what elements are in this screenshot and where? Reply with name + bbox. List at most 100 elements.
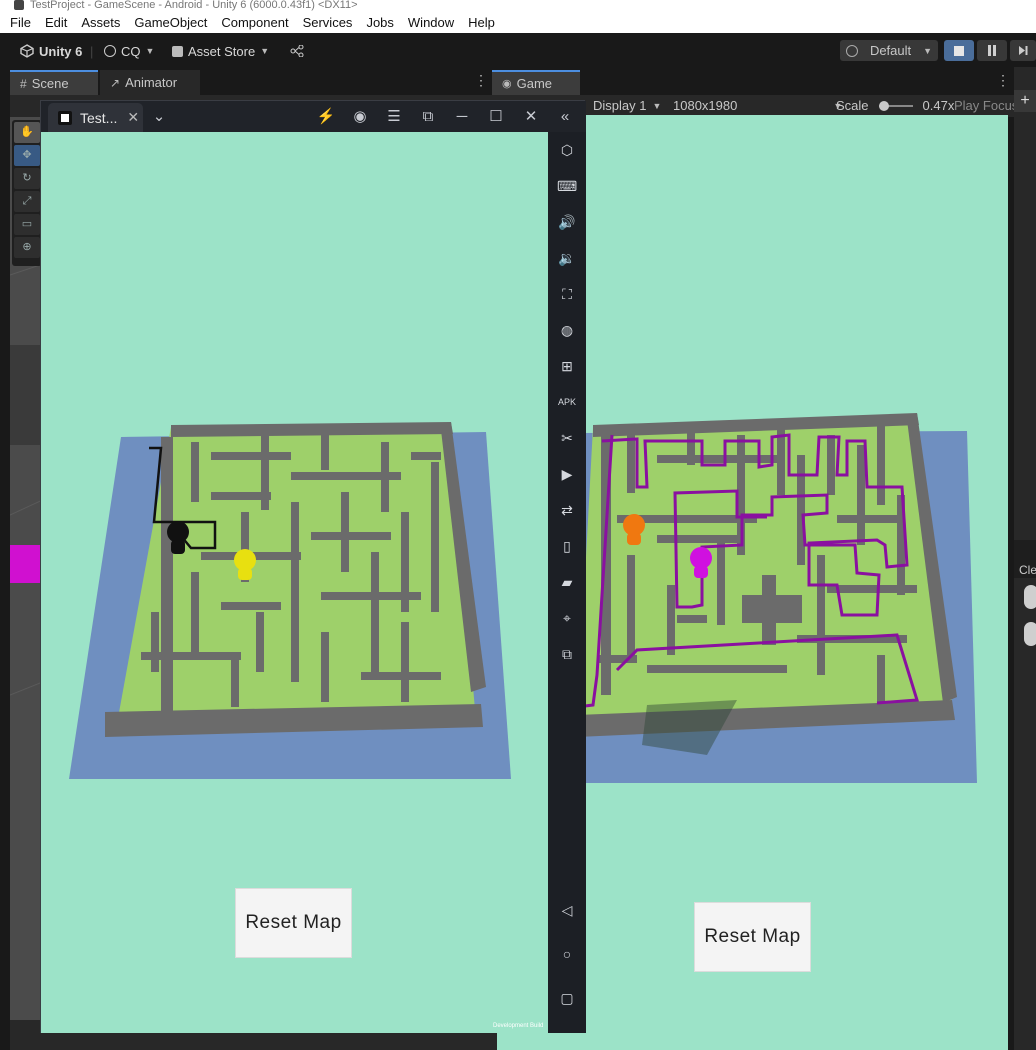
unity-logo-icon — [14, 0, 24, 10]
window-title: TestProject - GameScene - Android - Unit… — [30, 0, 358, 11]
volume-up-icon[interactable]: 🔊 — [557, 212, 577, 232]
game-panel-more-icon[interactable]: ⋮ — [996, 73, 1010, 87]
shake-icon[interactable]: ◍ — [557, 320, 577, 340]
asset-store-dropdown[interactable]: Asset Store ▼ — [172, 42, 269, 60]
apk-icon[interactable]: APK — [557, 392, 577, 412]
menu-bar: File Edit Assets GameObject Component Se… — [0, 12, 1036, 33]
toggle-a-icon[interactable] — [1024, 585, 1036, 609]
tab-animator-label: Animator — [125, 75, 178, 90]
menu-window[interactable]: Window — [408, 15, 454, 30]
transform-tools-panel: ✋ ✥ ↻ ⤢ ▭ ⊕ — [12, 120, 42, 266]
scene-grid-icon: # — [20, 76, 27, 91]
scale-tool-icon[interactable]: ⤢ — [14, 191, 40, 212]
layers-icon — [846, 44, 858, 57]
unity-cube-icon — [20, 44, 34, 58]
console-clear-label[interactable]: Cle — [1014, 540, 1036, 578]
volume-down-icon[interactable]: 🔉 — [557, 248, 577, 268]
move-tool-icon[interactable]: ✥ — [14, 145, 40, 166]
menu-help[interactable]: Help — [468, 15, 495, 30]
account-icon[interactable]: ◉ — [350, 107, 370, 127]
screenshot-icon[interactable]: ⛶ — [557, 284, 577, 304]
shopping-bag-icon — [172, 45, 183, 57]
folder-icon[interactable]: ▰ — [557, 572, 577, 592]
record-icon[interactable]: ▶ — [557, 464, 577, 484]
back-icon[interactable]: ◁ — [557, 900, 577, 920]
step-icon — [1019, 46, 1028, 55]
emulator-app-tab[interactable]: Test... ✕ — [48, 103, 143, 132]
boost-icon[interactable]: ⚡ — [316, 107, 336, 127]
scene-object-magenta — [10, 545, 44, 583]
pause-icon — [988, 45, 991, 56]
minimize-icon[interactable]: ─ — [452, 107, 472, 127]
account-dropdown[interactable]: CQ ▼ — [104, 42, 154, 60]
add-icon[interactable]: + — [1014, 90, 1036, 112]
location-icon[interactable]: ⌖ — [557, 608, 577, 628]
menu-services[interactable]: Services — [303, 15, 353, 30]
animator-icon: ↗ — [110, 75, 121, 90]
close-icon[interactable]: ✕ — [521, 107, 541, 127]
rotate-icon[interactable]: ▯ — [557, 536, 577, 556]
scene-panel-more-icon[interactable]: ⋮ — [474, 73, 488, 87]
scale-slider[interactable] — [878, 100, 913, 111]
window-title-bar: TestProject - GameScene - Android - Unit… — [0, 0, 1036, 12]
stop-play-button[interactable] — [944, 40, 974, 61]
step-button[interactable] — [1010, 40, 1036, 61]
popout-icon[interactable]: ⧉ — [418, 107, 438, 127]
menu-jobs[interactable]: Jobs — [366, 15, 393, 30]
multi-window-icon[interactable]: ⊞ — [557, 356, 577, 376]
layout-label: Default — [869, 43, 912, 58]
tab-animator[interactable]: ↗ Animator — [100, 70, 200, 95]
hexagon-icon[interactable]: ⬡ — [557, 140, 577, 160]
reset-map-button-right[interactable]: Reset Map — [694, 902, 811, 972]
reset-map-button-left[interactable]: Reset Map — [235, 888, 352, 958]
toggle-b-icon[interactable] — [1024, 622, 1036, 646]
tab-game-label: Game — [516, 76, 553, 91]
scissors-icon[interactable]: ✂ — [557, 428, 577, 448]
unity-account-menu[interactable]: Unity 6 — [20, 42, 82, 60]
transform-tool-icon[interactable]: ⊕ — [14, 237, 40, 258]
close-tab-icon[interactable]: ✕ — [127, 109, 139, 126]
scale-control[interactable]: Scale 0.47x — [836, 98, 954, 113]
stop-icon — [954, 45, 964, 56]
menu-edit[interactable]: Edit — [45, 15, 67, 30]
chevron-down-icon[interactable]: ⌄ — [149, 107, 169, 127]
emulator-screen[interactable]: Reset Map Development Build — [41, 132, 548, 1033]
rotate-tool-icon[interactable]: ↻ — [14, 168, 40, 189]
rect-tool-icon[interactable]: ▭ — [14, 214, 40, 235]
menu-assets[interactable]: Assets — [81, 15, 120, 30]
sync-icon[interactable]: ⇄ — [557, 500, 577, 520]
display-label: Display 1 — [593, 98, 647, 113]
chevron-down-icon: ▼ — [260, 46, 270, 56]
account-icon — [104, 45, 116, 57]
home-icon[interactable]: ○ — [557, 944, 577, 964]
multi-instance-icon[interactable]: ⧉ — [557, 644, 577, 664]
editor-tab-strip: # Scene ↗ Animator ⋮ ◉ Game ⋮ — [10, 67, 1036, 95]
gamepad-icon: ◉ — [502, 78, 512, 90]
collapse-sidebar-icon[interactable]: « — [555, 107, 575, 127]
tab-scene[interactable]: # Scene — [10, 70, 98, 95]
menu-gameobject[interactable]: GameObject — [134, 15, 207, 30]
menu-icon[interactable]: ☰ — [384, 107, 404, 127]
app-icon — [58, 110, 72, 125]
emulator-title-bar: Test... ✕ ⌄ ⚡ ◉ ☰ ⧉ ─ ☐ ✕ « — [41, 101, 586, 132]
layout-dropdown[interactable]: Default ▼ — [840, 40, 938, 61]
version-control-button[interactable] — [290, 42, 304, 60]
scale-slider-handle[interactable] — [878, 100, 889, 111]
play-focus-dropdown[interactable]: Play Focus — [954, 98, 1018, 113]
resolution-label: 1080x1980 — [673, 98, 738, 113]
chevron-down-icon: ▼ — [145, 46, 155, 56]
recents-icon[interactable]: ▢ — [557, 988, 577, 1008]
development-build-label: Development Build — [493, 1023, 544, 1029]
maximize-icon[interactable]: ☐ — [486, 107, 506, 127]
menu-file[interactable]: File — [10, 15, 31, 30]
chevron-down-icon: ▼ — [923, 45, 932, 56]
resolution-dropdown[interactable]: 1080x1980 ▼ — [673, 98, 842, 113]
main-toolbar: Unity 6 | CQ ▼ Asset Store ▼ Default ▼ — [0, 33, 1036, 67]
hand-tool-icon[interactable]: ✋ — [14, 122, 40, 143]
tab-game[interactable]: ◉ Game — [492, 70, 580, 95]
pause-button[interactable] — [977, 40, 1007, 61]
toolbar-divider: | — [90, 43, 94, 59]
menu-component[interactable]: Component — [221, 15, 288, 30]
keyboard-icon[interactable]: ⌨ — [557, 176, 577, 196]
display-dropdown[interactable]: Display 1 ▼ — [593, 98, 661, 113]
